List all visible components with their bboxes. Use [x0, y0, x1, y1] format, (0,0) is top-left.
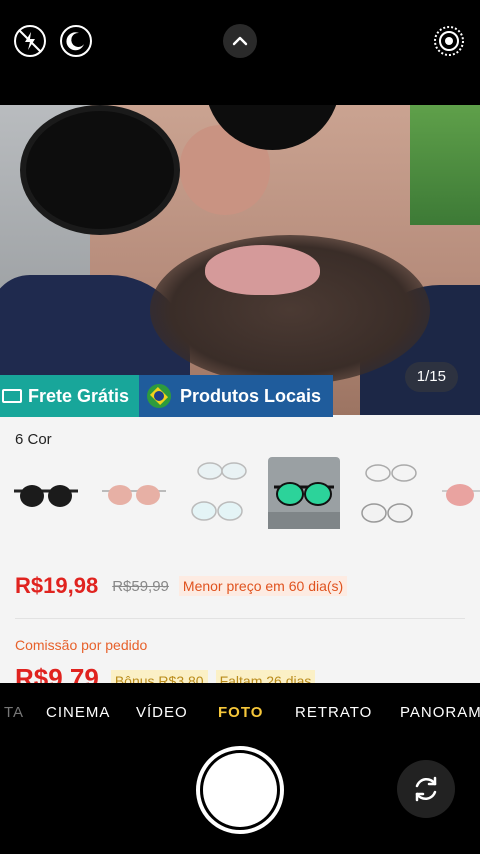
flash-off-icon	[14, 25, 46, 57]
photo-sunglasses-left-lens	[20, 105, 180, 235]
chevron-up-icon	[232, 36, 248, 46]
mode-video[interactable]: VÍDEO	[136, 704, 188, 721]
color-variant-clear[interactable]	[186, 457, 258, 529]
price-row: R$19,98 R$59,99 Menor preço em 60 dia(s)	[15, 573, 348, 599]
sunglasses-silver-icon	[361, 464, 417, 523]
promo-banner: Frete Grátis Produtos Locais	[0, 375, 334, 417]
shutter-inner	[203, 753, 277, 827]
current-price: R$19,98	[15, 573, 99, 598]
days-left-badge: Faltam 26 dias	[215, 670, 316, 683]
photo-foliage	[410, 105, 480, 225]
mode-portrait[interactable]: RETRATO	[295, 704, 372, 721]
ticket-icon	[2, 389, 22, 403]
live-photo-icon	[434, 26, 464, 56]
color-variant-silver[interactable]	[354, 457, 426, 529]
divider	[15, 618, 465, 619]
free-shipping-banner: Frete Grátis	[0, 375, 140, 417]
mode-panorama[interactable]: PANORAMA	[400, 704, 480, 721]
photo-lips	[205, 245, 320, 295]
camera-mode-selector: TA CINEMA VÍDEO FOTO RETRATO PANORAMA	[0, 683, 480, 743]
camera-flip-icon	[415, 776, 437, 802]
product-photo[interactable]: 1/15	[0, 105, 480, 415]
photo-counter: 1/15	[404, 362, 458, 392]
commission-label: Comissão por pedido	[15, 637, 148, 653]
color-variant-pink[interactable]	[98, 457, 170, 529]
flash-off-button[interactable]	[13, 24, 47, 58]
brazil-flag-icon	[147, 384, 172, 408]
expand-controls-button[interactable]	[223, 24, 257, 58]
commission-value: R$9,79	[15, 663, 99, 683]
switch-camera-button[interactable]	[397, 760, 455, 818]
bonus-badge: Bônus R$3,80	[110, 670, 208, 683]
mode-timelapse-partial[interactable]: TA	[4, 704, 24, 721]
local-products-banner: Produtos Locais	[139, 375, 334, 417]
free-shipping-label: Frete Grátis	[28, 385, 130, 406]
color-count-label: 6 Cor	[15, 431, 52, 448]
sunglasses-pink-icon	[102, 485, 166, 505]
commission-row: R$9,79 Bônus R$3,80 Faltam 26 dias	[15, 663, 316, 683]
sunglasses-clear-icon	[191, 462, 247, 521]
color-variant-green-selected[interactable]	[268, 457, 340, 529]
night-mode-button[interactable]	[59, 24, 93, 58]
mode-cinema[interactable]: CINEMA	[46, 704, 110, 721]
mode-photo[interactable]: FOTO	[218, 704, 263, 721]
camera-bottom-controls	[0, 743, 480, 854]
color-variant-black[interactable]	[10, 457, 82, 529]
sunglasses-black-icon	[14, 485, 78, 507]
color-variant-list	[0, 457, 480, 539]
live-photo-button[interactable]	[432, 24, 466, 58]
night-mode-icon	[60, 25, 92, 57]
local-products-label: Produtos Locais	[180, 385, 322, 406]
sunglasses-green-icon	[268, 482, 340, 529]
lowest-price-badge: Menor preço em 60 dia(s)	[178, 576, 348, 596]
product-screen: 1/15 Frete Grátis Produtos Locais 6 Cor	[0, 105, 480, 683]
color-variant-rose[interactable]	[438, 457, 480, 529]
sunglasses-rose-icon	[442, 484, 480, 506]
original-price: R$59,99	[112, 577, 169, 595]
camera-top-bar	[0, 0, 480, 105]
shutter-button[interactable]	[196, 746, 284, 834]
